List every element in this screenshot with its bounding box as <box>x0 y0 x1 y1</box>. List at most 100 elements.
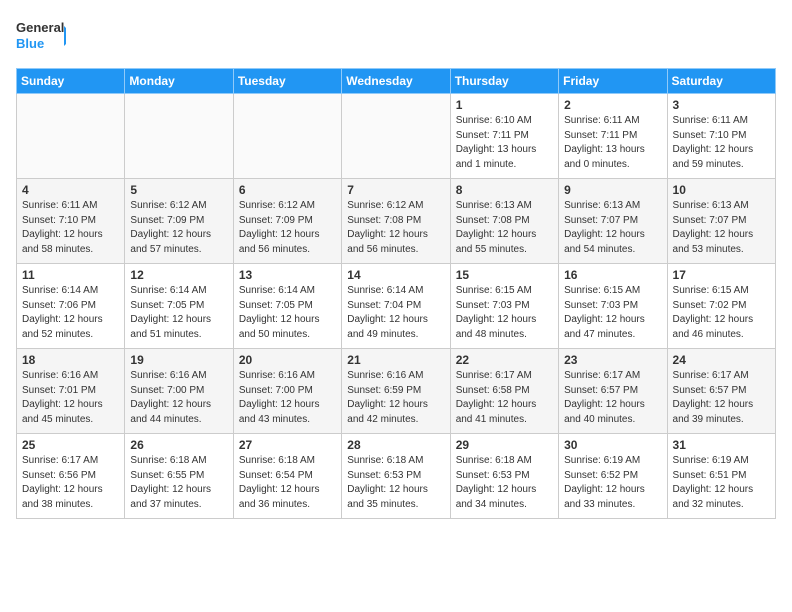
calendar-cell: 14 Sunrise: 6:14 AM Sunset: 7:04 PM Dayli… <box>342 264 450 349</box>
day-number: 13 <box>239 268 336 282</box>
day-info: Sunrise: 6:16 AM Sunset: 7:00 PM Dayligh… <box>130 369 227 427</box>
calendar-cell: 21 Sunrise: 6:16 AM Sunset: 6:59 PM Dayli… <box>342 349 450 434</box>
day-header-saturday: Saturday <box>667 69 775 94</box>
calendar-cell: 17Sunrise: 6:15 AM Sunset: 7:02 PM Dayli… <box>667 264 775 349</box>
day-number: 28 <box>347 438 444 452</box>
calendar-cell: 1 Sunrise: 6:10 AM Sunset: 7:11 PM Daylig… <box>450 94 558 179</box>
day-info: Sunrise: 6:16 AM Sunset: 6:59 PM Dayligh… <box>347 369 444 427</box>
day-info: Sunrise: 6:18 AM Sunset: 6:54 PM Dayligh… <box>239 454 336 512</box>
calendar-cell: 13 Sunrise: 6:14 AM Sunset: 7:05 PM Dayli… <box>233 264 341 349</box>
week-row-3: 11 Sunrise: 6:14 AM Sunset: 7:06 PM Dayli… <box>17 264 776 349</box>
day-number: 25 <box>22 438 119 452</box>
calendar-cell: 7 Sunrise: 6:12 AM Sunset: 7:08 PM Daylig… <box>342 179 450 264</box>
day-number: 6 <box>239 183 336 197</box>
day-info: Sunrise: 6:14 AM Sunset: 7:05 PM Dayligh… <box>130 284 227 342</box>
day-info: Sunrise: 6:12 AM Sunset: 7:08 PM Dayligh… <box>347 199 444 257</box>
day-header-thursday: Thursday <box>450 69 558 94</box>
calendar-cell: 20 Sunrise: 6:16 AM Sunset: 7:00 PM Dayli… <box>233 349 341 434</box>
day-number: 14 <box>347 268 444 282</box>
calendar-cell: 4 Sunrise: 6:11 AM Sunset: 7:10 PM Daylig… <box>17 179 125 264</box>
day-header-sunday: Sunday <box>17 69 125 94</box>
day-info: Sunrise: 6:19 AM Sunset: 6:52 PM Dayligh… <box>564 454 661 512</box>
day-number: 1 <box>456 98 553 112</box>
calendar-cell: 30 Sunrise: 6:19 AM Sunset: 6:52 PM Dayli… <box>559 434 667 519</box>
day-info: Sunrise: 6:14 AM Sunset: 7:06 PM Dayligh… <box>22 284 119 342</box>
calendar-cell: 12Sunrise: 6:14 AM Sunset: 7:05 PM Dayli… <box>125 264 233 349</box>
calendar-cell: 18 Sunrise: 6:16 AM Sunset: 7:01 PM Dayli… <box>17 349 125 434</box>
day-header-friday: Friday <box>559 69 667 94</box>
day-info: Sunrise: 6:17 AM Sunset: 6:57 PM Dayligh… <box>564 369 661 427</box>
day-number: 7 <box>347 183 444 197</box>
day-info: Sunrise: 6:13 AM Sunset: 7:07 PM Dayligh… <box>564 199 661 257</box>
day-info: Sunrise: 6:11 AM Sunset: 7:10 PM Dayligh… <box>673 114 770 172</box>
day-number: 4 <box>22 183 119 197</box>
day-number: 8 <box>456 183 553 197</box>
day-info: Sunrise: 6:16 AM Sunset: 7:00 PM Dayligh… <box>239 369 336 427</box>
calendar-cell: 10 Sunrise: 6:13 AM Sunset: 7:07 PM Dayli… <box>667 179 775 264</box>
day-info: Sunrise: 6:14 AM Sunset: 7:05 PM Dayligh… <box>239 284 336 342</box>
day-number: 30 <box>564 438 661 452</box>
calendar-cell: 25 Sunrise: 6:17 AM Sunset: 6:56 PM Dayli… <box>17 434 125 519</box>
calendar-cell: 11 Sunrise: 6:14 AM Sunset: 7:06 PM Dayli… <box>17 264 125 349</box>
day-info: Sunrise: 6:17 AM Sunset: 6:57 PM Dayligh… <box>673 369 770 427</box>
day-number: 23 <box>564 353 661 367</box>
day-info: Sunrise: 6:10 AM Sunset: 7:11 PM Dayligh… <box>456 114 553 172</box>
day-number: 21 <box>347 353 444 367</box>
day-number: 3 <box>673 98 770 112</box>
svg-text:Blue: Blue <box>16 36 44 51</box>
calendar-cell: 28 Sunrise: 6:18 AM Sunset: 6:53 PM Dayli… <box>342 434 450 519</box>
week-row-4: 18 Sunrise: 6:16 AM Sunset: 7:01 PM Dayli… <box>17 349 776 434</box>
day-number: 5 <box>130 183 227 197</box>
day-number: 2 <box>564 98 661 112</box>
calendar-cell: 9 Sunrise: 6:13 AM Sunset: 7:07 PM Daylig… <box>559 179 667 264</box>
day-info: Sunrise: 6:13 AM Sunset: 7:07 PM Dayligh… <box>673 199 770 257</box>
calendar-cell: 8 Sunrise: 6:13 AM Sunset: 7:08 PM Daylig… <box>450 179 558 264</box>
day-info: Sunrise: 6:18 AM Sunset: 6:55 PM Dayligh… <box>130 454 227 512</box>
page-header: General Blue <box>16 16 776 56</box>
day-number: 9 <box>564 183 661 197</box>
calendar-cell: 16 Sunrise: 6:15 AM Sunset: 7:03 PM Dayli… <box>559 264 667 349</box>
day-number: 15 <box>456 268 553 282</box>
calendar-cell: 19 Sunrise: 6:16 AM Sunset: 7:00 PM Dayli… <box>125 349 233 434</box>
svg-text:General: General <box>16 20 64 35</box>
day-number: 31 <box>673 438 770 452</box>
calendar-cell: 23 Sunrise: 6:17 AM Sunset: 6:57 PM Dayli… <box>559 349 667 434</box>
day-info: Sunrise: 6:14 AM Sunset: 7:04 PM Dayligh… <box>347 284 444 342</box>
calendar-cell: 29Sunrise: 6:18 AM Sunset: 6:53 PM Dayli… <box>450 434 558 519</box>
day-info: Sunrise: 6:11 AM Sunset: 7:10 PM Dayligh… <box>22 199 119 257</box>
day-info: Sunrise: 6:17 AM Sunset: 6:56 PM Dayligh… <box>22 454 119 512</box>
day-info: Sunrise: 6:16 AM Sunset: 7:01 PM Dayligh… <box>22 369 119 427</box>
calendar-cell <box>342 94 450 179</box>
day-number: 27 <box>239 438 336 452</box>
day-number: 24 <box>673 353 770 367</box>
calendar-table: SundayMondayTuesdayWednesdayThursdayFrid… <box>16 68 776 519</box>
day-number: 11 <box>22 268 119 282</box>
calendar-cell: 31 Sunrise: 6:19 AM Sunset: 6:51 PM Dayli… <box>667 434 775 519</box>
calendar-cell <box>17 94 125 179</box>
day-info: Sunrise: 6:13 AM Sunset: 7:08 PM Dayligh… <box>456 199 553 257</box>
day-info: Sunrise: 6:18 AM Sunset: 6:53 PM Dayligh… <box>347 454 444 512</box>
day-number: 16 <box>564 268 661 282</box>
calendar-cell: 6Sunrise: 6:12 AM Sunset: 7:09 PM Daylig… <box>233 179 341 264</box>
day-info: Sunrise: 6:11 AM Sunset: 7:11 PM Dayligh… <box>564 114 661 172</box>
day-number: 10 <box>673 183 770 197</box>
day-info: Sunrise: 6:15 AM Sunset: 7:03 PM Dayligh… <box>564 284 661 342</box>
day-header-wednesday: Wednesday <box>342 69 450 94</box>
calendar-cell <box>233 94 341 179</box>
day-number: 18 <box>22 353 119 367</box>
day-number: 22 <box>456 353 553 367</box>
day-number: 26 <box>130 438 227 452</box>
day-number: 19 <box>130 353 227 367</box>
day-info: Sunrise: 6:19 AM Sunset: 6:51 PM Dayligh… <box>673 454 770 512</box>
week-row-1: 1 Sunrise: 6:10 AM Sunset: 7:11 PM Daylig… <box>17 94 776 179</box>
day-number: 20 <box>239 353 336 367</box>
calendar-cell: 24 Sunrise: 6:17 AM Sunset: 6:57 PM Dayli… <box>667 349 775 434</box>
day-header-tuesday: Tuesday <box>233 69 341 94</box>
calendar-cell: 15 Sunrise: 6:15 AM Sunset: 7:03 PM Dayli… <box>450 264 558 349</box>
calendar-cell: 5Sunrise: 6:12 AM Sunset: 7:09 PM Daylig… <box>125 179 233 264</box>
day-header-monday: Monday <box>125 69 233 94</box>
day-info: Sunrise: 6:17 AM Sunset: 6:58 PM Dayligh… <box>456 369 553 427</box>
calendar-cell: 22 Sunrise: 6:17 AM Sunset: 6:58 PM Dayli… <box>450 349 558 434</box>
week-row-5: 25 Sunrise: 6:17 AM Sunset: 6:56 PM Dayli… <box>17 434 776 519</box>
day-info: Sunrise: 6:15 AM Sunset: 7:03 PM Dayligh… <box>456 284 553 342</box>
